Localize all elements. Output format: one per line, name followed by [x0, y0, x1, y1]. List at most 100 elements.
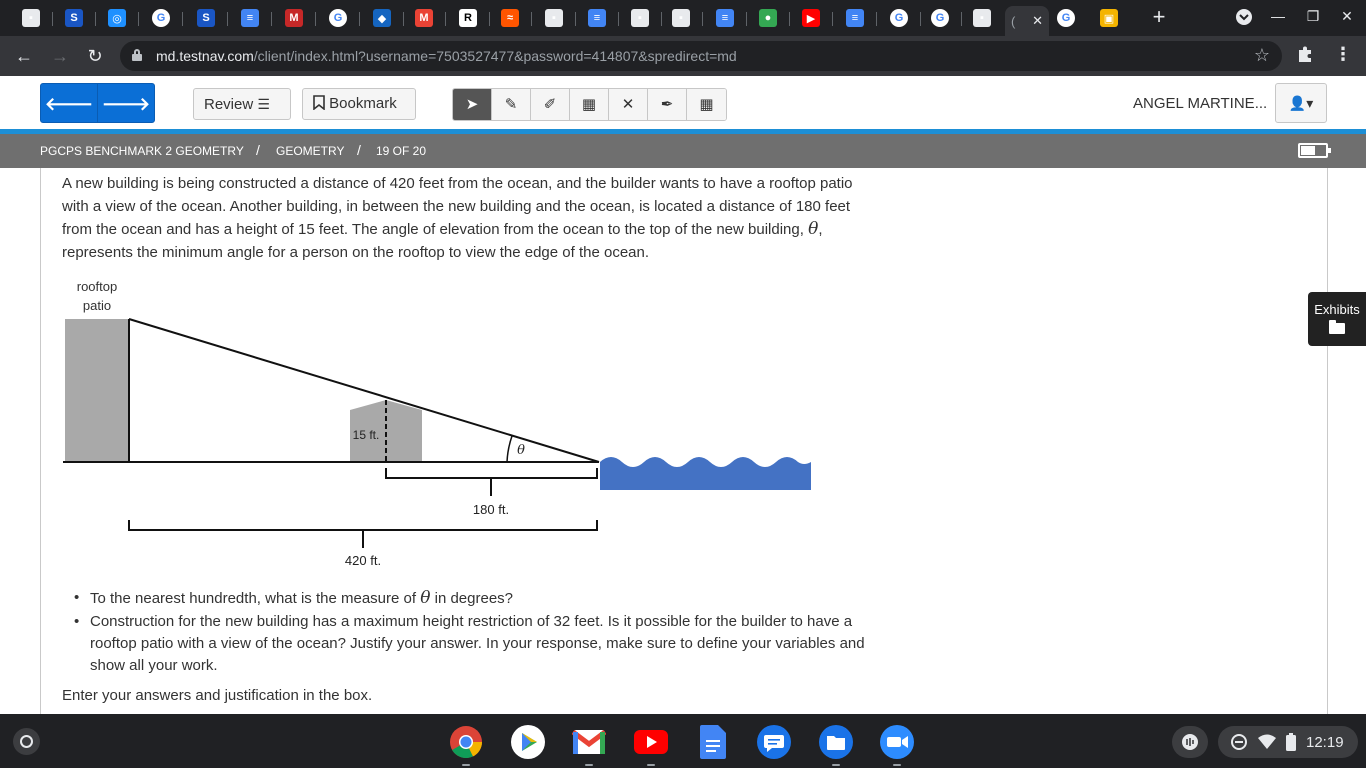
reload-icon[interactable]: ↻	[83, 44, 107, 68]
google-slides-icon: ▣	[1100, 9, 1118, 27]
url-text[interactable]: md.testnav.com/client/index.html?usernam…	[156, 48, 737, 64]
list-item: Construction for the new building has a …	[62, 611, 882, 677]
new-tab-button[interactable]: +	[1148, 6, 1170, 30]
youtube-app-icon[interactable]	[633, 724, 669, 766]
arrow-right-icon: 🡒	[101, 94, 151, 114]
bookmark-star-icon[interactable]: ☆	[1254, 45, 1270, 66]
pointer-icon: ➤	[465, 96, 479, 113]
tab-separator	[661, 12, 662, 26]
next-question-button[interactable]: 🡒	[97, 83, 155, 123]
browser-tab[interactable]: R	[455, 6, 481, 30]
scientific-calculator-button[interactable]: ▦	[687, 89, 726, 120]
browser-tab[interactable]: ▶	[798, 6, 824, 30]
back-icon[interactable]: ←	[12, 44, 36, 68]
browser-tab[interactable]: ▪	[627, 6, 653, 30]
tab-separator	[138, 12, 139, 26]
exhibits-button[interactable]: Exhibits	[1308, 292, 1366, 346]
browser-tab[interactable]: ≡	[237, 6, 263, 30]
answer-eliminator-button[interactable]: ✕	[609, 89, 648, 120]
tab-separator	[445, 12, 446, 26]
browser-tab[interactable]: ≡	[712, 6, 738, 30]
status-tray[interactable]: 12:19	[1218, 726, 1358, 758]
browser-tab[interactable]: ◆	[369, 6, 395, 30]
google-icon: G	[329, 9, 347, 27]
browser-tab[interactable]: ≡	[842, 6, 868, 30]
google-docs-app-icon[interactable]	[695, 724, 731, 760]
browser-tab[interactable]: ▪	[668, 6, 694, 30]
pen-tool-button[interactable]: ✒	[648, 89, 687, 120]
tab-separator	[832, 12, 833, 26]
os-shelf: 12:19	[0, 714, 1366, 768]
browser-tab[interactable]: ≈	[497, 6, 523, 30]
browser-tab[interactable]: M	[411, 6, 437, 30]
files-app-icon[interactable]	[818, 724, 854, 766]
google-docs-icon: ≡	[716, 9, 734, 27]
forward-icon[interactable]: →	[48, 44, 72, 68]
studyisland-icon: S	[65, 9, 83, 27]
brace-420	[128, 520, 598, 548]
launcher-icon[interactable]	[13, 728, 40, 755]
bookmark-button[interactable]: Bookmark	[302, 88, 416, 120]
calculator-tool-button[interactable]: ▦	[570, 89, 609, 120]
rooftop-label-line1: rooftop	[77, 279, 117, 294]
eliminator-icon: ✕	[621, 96, 635, 113]
chrome-app-icon[interactable]	[448, 724, 484, 766]
browser-tab[interactable]: G	[886, 6, 912, 30]
browser-tab[interactable]: ≡	[584, 6, 610, 30]
play-store-icon[interactable]	[510, 724, 546, 760]
browser-tab-strip: ( ✕ + — ❐ ✕ ▪ S ◎ G S ≡ M G ◆ M R ≈ ▪ ≡ ▪ ▪ ≡ ● ▶ ≡ G G ▪ G ▣	[0, 0, 1366, 36]
address-bar[interactable]: md.testnav.com/client/index.html?usernam…	[120, 41, 1282, 71]
edpuzzle-icon: ◎	[108, 9, 126, 27]
tab-search-icon[interactable]	[1234, 8, 1254, 28]
extensions-puzzle-icon[interactable]	[1296, 45, 1314, 68]
browser-tab[interactable]: ◎	[104, 6, 130, 30]
list-icon: ☰	[257, 96, 270, 112]
browser-tab[interactable]: G	[148, 6, 174, 30]
browser-tab[interactable]: G	[1053, 6, 1079, 30]
battery-icon	[1298, 143, 1331, 158]
theta-symbol: θ	[808, 219, 819, 239]
tab-separator	[52, 12, 53, 26]
distance-420-label: 420 ft.	[345, 553, 381, 568]
browser-tab[interactable]: ▪	[541, 6, 567, 30]
theta-symbol: θ	[420, 588, 431, 608]
arrow-left-icon: 🡐	[44, 94, 94, 114]
browser-tab[interactable]: G	[325, 6, 351, 30]
geometry-diagram: rooftop patio 15 ft. θ 180 ft. 420 ft.	[63, 279, 811, 568]
minimize-window-icon[interactable]: —	[1268, 8, 1288, 28]
pen-icon: ✒	[660, 96, 674, 113]
media-controls-icon[interactable]	[1172, 726, 1208, 758]
browser-tab[interactable]: M	[281, 6, 307, 30]
review-button[interactable]: Review ☰	[193, 88, 291, 120]
close-tab-icon[interactable]: ✕	[1032, 13, 1043, 29]
question-stem: A new building is being constructed a di…	[62, 173, 882, 264]
previous-question-button[interactable]: 🡐	[40, 83, 98, 123]
browser-tab[interactable]: ▪	[18, 6, 44, 30]
browser-tab[interactable]: G	[927, 6, 953, 30]
browser-menu-icon[interactable]: ⋮	[1334, 44, 1352, 65]
browser-tab[interactable]: S	[61, 6, 87, 30]
tab-separator	[702, 12, 703, 26]
highlighter-tool-button[interactable]: ✎	[492, 89, 531, 120]
rooftop-label-line2: patio	[83, 298, 111, 313]
browser-toolbar: ← → ↻ md.testnav.com/client/index.html?u…	[0, 36, 1366, 76]
browser-tab[interactable]: S	[193, 6, 219, 30]
browser-tab[interactable]: ▪	[969, 6, 995, 30]
pencil-icon: ✐	[543, 96, 557, 113]
zoom-app-icon[interactable]	[879, 724, 915, 766]
tab-separator	[618, 12, 619, 26]
messages-app-icon[interactable]	[756, 724, 792, 760]
browser-tab[interactable]: ●	[755, 6, 781, 30]
browser-tab[interactable]: ▣	[1096, 6, 1122, 30]
active-tab[interactable]: ( ✕	[1005, 6, 1049, 36]
close-window-icon[interactable]: ✕	[1337, 8, 1357, 28]
pointer-tool-button[interactable]: ➤	[453, 89, 492, 120]
lock-icon[interactable]	[132, 49, 142, 61]
eraser-tool-button[interactable]: ✐	[531, 89, 570, 120]
part-b-text: Construction for the new building has a …	[90, 613, 865, 674]
restore-window-icon[interactable]: ❐	[1303, 8, 1323, 28]
google-docs-icon: ≡	[241, 9, 259, 27]
user-menu-button[interactable]: 👤▾	[1275, 83, 1327, 123]
readworks-icon: R	[459, 9, 477, 27]
gmail-app-icon[interactable]	[571, 724, 607, 766]
